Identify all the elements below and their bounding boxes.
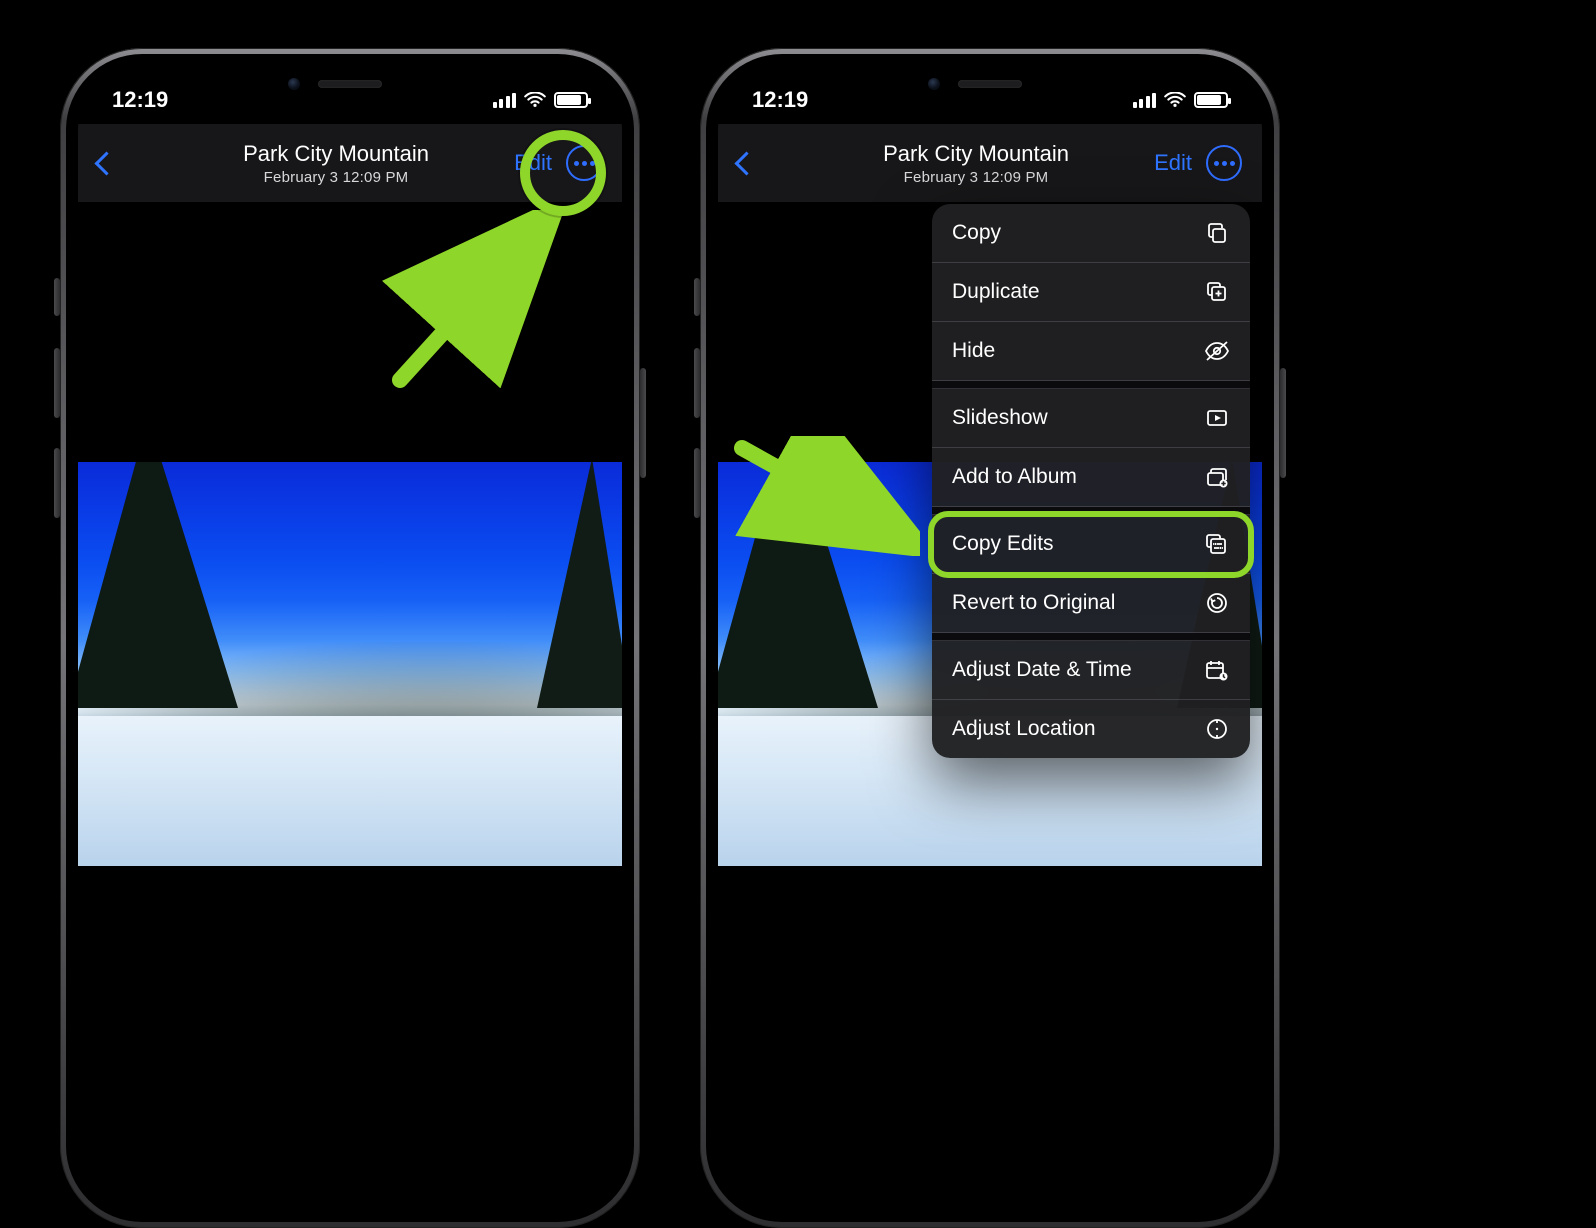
copy-icon (1204, 220, 1230, 246)
revert-icon (1204, 590, 1230, 616)
battery-icon (1194, 92, 1228, 108)
earpiece (318, 80, 382, 88)
menu-item-duplicate[interactable]: Duplicate (932, 263, 1250, 322)
menu-item-add-album[interactable]: Add to Album (932, 448, 1250, 507)
menu-item-copy[interactable]: Copy (932, 204, 1250, 263)
edit-button[interactable]: Edit (1154, 150, 1192, 176)
edit-button[interactable]: Edit (514, 150, 552, 176)
menu-item-location[interactable]: Adjust Location (932, 700, 1250, 758)
annotation-arrow (730, 436, 920, 556)
phone-right: 12:19 Park City Mountain February 3 12:0… (700, 48, 1280, 1228)
menu-item-label: Slideshow (952, 406, 1048, 430)
nav-bar: Park City Mountain February 3 12:09 PM E… (718, 124, 1262, 202)
menu-item-label: Adjust Date & Time (952, 658, 1132, 682)
menu-item-label: Copy Edits (952, 532, 1054, 556)
date-time-icon (1204, 657, 1230, 683)
volume-down-button (694, 448, 700, 518)
status-time: 12:19 (752, 87, 808, 113)
menu-item-date-time[interactable]: Adjust Date & Time (932, 641, 1250, 700)
more-button[interactable] (566, 145, 602, 181)
volume-up-button (694, 348, 700, 418)
menu-item-copy-edits[interactable]: Copy Edits (932, 515, 1250, 574)
hide-icon (1204, 338, 1230, 364)
nav-bar: Park City Mountain February 3 12:09 PM E… (78, 124, 622, 202)
screen-right: 12:19 Park City Mountain February 3 12:0… (718, 66, 1262, 1210)
front-camera (288, 78, 300, 90)
duplicate-icon (1204, 279, 1230, 305)
nav-title: Park City Mountain (798, 141, 1154, 167)
back-button[interactable] (94, 151, 118, 175)
volume-down-button (54, 448, 60, 518)
menu-item-label: Hide (952, 339, 995, 363)
wifi-icon (524, 92, 546, 108)
menu-separator (932, 633, 1250, 641)
menu-item-revert[interactable]: Revert to Original (932, 574, 1250, 633)
notch (250, 66, 450, 102)
menu-item-label: Adjust Location (952, 717, 1096, 741)
battery-icon (554, 92, 588, 108)
annotation-arrow (380, 210, 570, 390)
slideshow-icon (1204, 405, 1230, 431)
location-icon (1204, 716, 1230, 742)
nav-subtitle: February 3 12:09 PM (158, 169, 514, 186)
silent-switch (54, 278, 60, 316)
more-button[interactable] (1206, 145, 1242, 181)
menu-item-label: Revert to Original (952, 591, 1115, 615)
copy-edits-icon (1204, 531, 1230, 557)
status-time: 12:19 (112, 87, 168, 113)
power-button (1280, 368, 1286, 478)
menu-item-hide[interactable]: Hide (932, 322, 1250, 381)
back-button[interactable] (734, 151, 758, 175)
cellular-icon (1133, 92, 1157, 108)
menu-item-label: Copy (952, 221, 1001, 245)
nav-title: Park City Mountain (158, 141, 514, 167)
photo-image (78, 462, 622, 866)
volume-up-button (54, 348, 60, 418)
earpiece (958, 80, 1022, 88)
menu-item-label: Add to Album (952, 465, 1077, 489)
context-menu: Copy Duplicate Hide Slideshow Add to Album Co… (932, 204, 1250, 758)
nav-subtitle: February 3 12:09 PM (798, 169, 1154, 186)
power-button (640, 368, 646, 478)
silent-switch (694, 278, 700, 316)
cellular-icon (493, 92, 517, 108)
front-camera (928, 78, 940, 90)
notch (890, 66, 1090, 102)
add-album-icon (1204, 464, 1230, 490)
menu-item-label: Duplicate (952, 280, 1040, 304)
menu-separator (932, 381, 1250, 389)
menu-separator (932, 507, 1250, 515)
wifi-icon (1164, 92, 1186, 108)
menu-item-slideshow[interactable]: Slideshow (932, 389, 1250, 448)
